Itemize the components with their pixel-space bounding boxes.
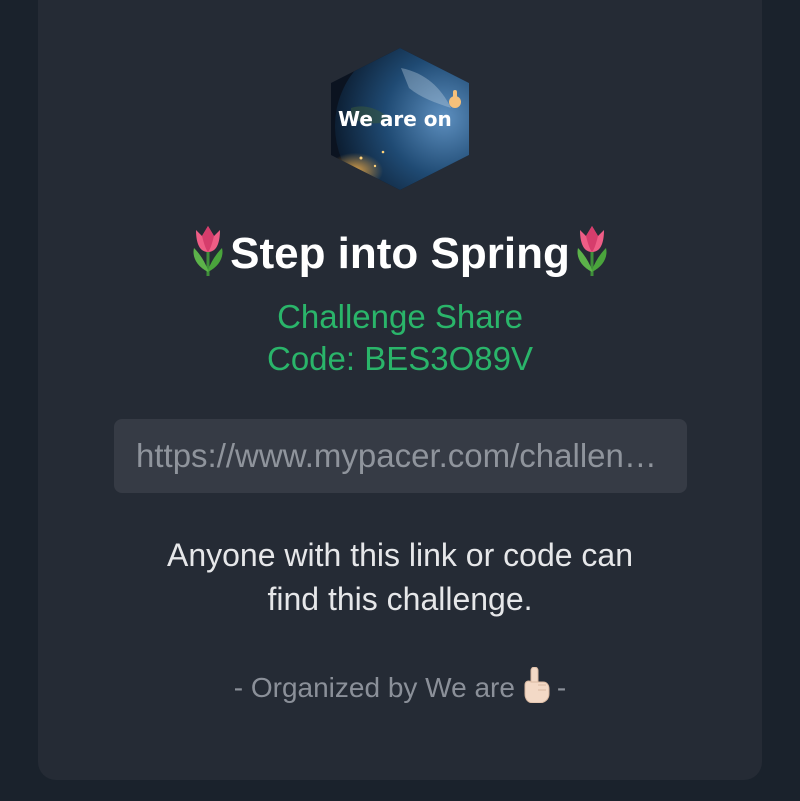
challenge-title: Step into Spring <box>0 222 800 285</box>
logo-text: We are on <box>338 107 452 131</box>
share-link-field[interactable]: https://www.mypacer.com/challenges/BES3O… <box>114 419 687 493</box>
share-link-text[interactable]: https://www.mypacer.com/challenges/BES3O… <box>136 437 665 475</box>
share-code[interactable]: Code: BES3O89V <box>0 338 800 380</box>
challenge-title-text: Step into Spring <box>230 229 570 278</box>
challenge-logo: We are on <box>331 48 469 190</box>
share-notice: Anyone with this link or code can find t… <box>0 533 800 621</box>
tulip-icon <box>193 226 223 276</box>
share-label: Challenge Share <box>277 298 523 335</box>
notice-line-1: Anyone with this link or code can <box>166 537 634 573</box>
organizer-suffix: - <box>556 672 567 703</box>
organizer-line: - Organized by We are - <box>0 666 800 710</box>
challenge-share-code: Challenge Share Code: BES3O89V <box>0 296 800 380</box>
pointing-up-hand-icon <box>524 667 550 703</box>
organizer-prefix: - Organized by We are <box>233 672 515 703</box>
tulip-icon <box>577 226 607 276</box>
notice-line-2: find this challenge. <box>267 581 533 617</box>
